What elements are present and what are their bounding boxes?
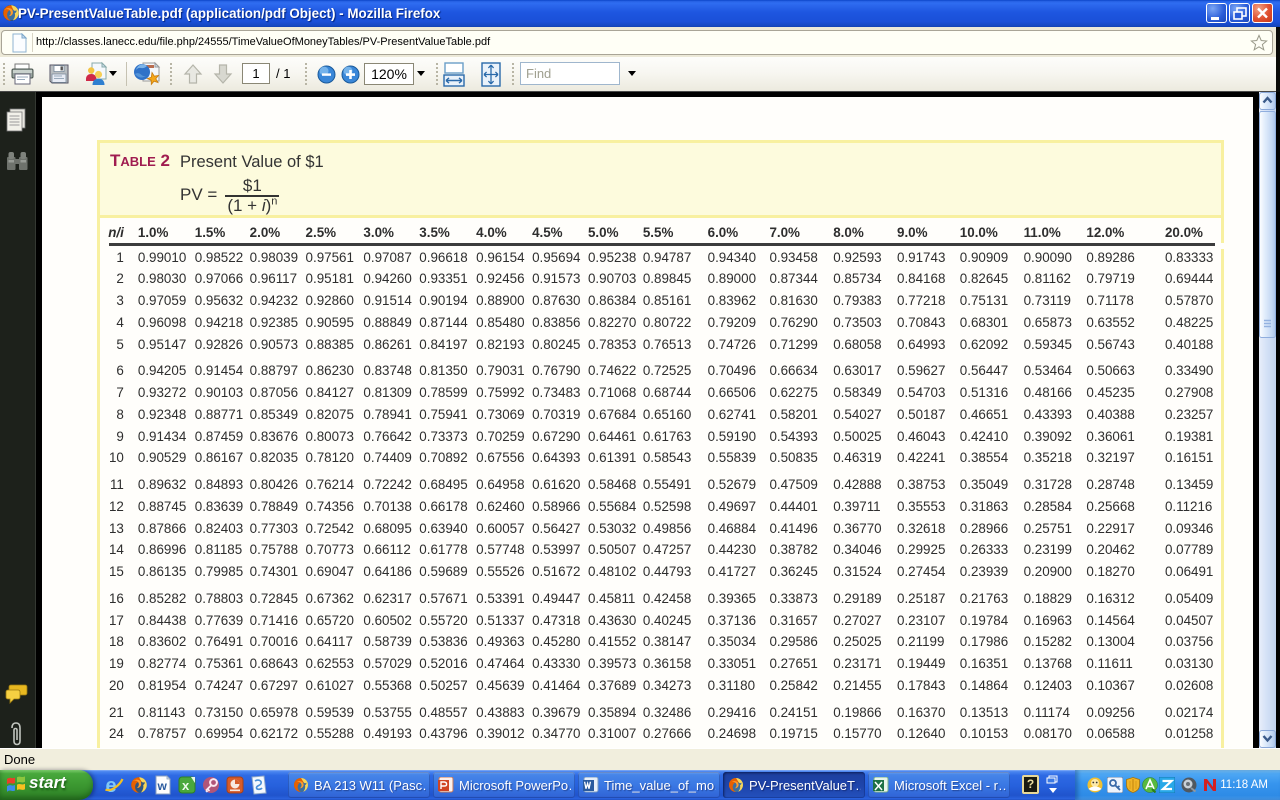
svg-text:e: e — [106, 775, 117, 795]
svg-text:w: w — [157, 779, 168, 793]
svg-text:x: x — [182, 778, 190, 793]
